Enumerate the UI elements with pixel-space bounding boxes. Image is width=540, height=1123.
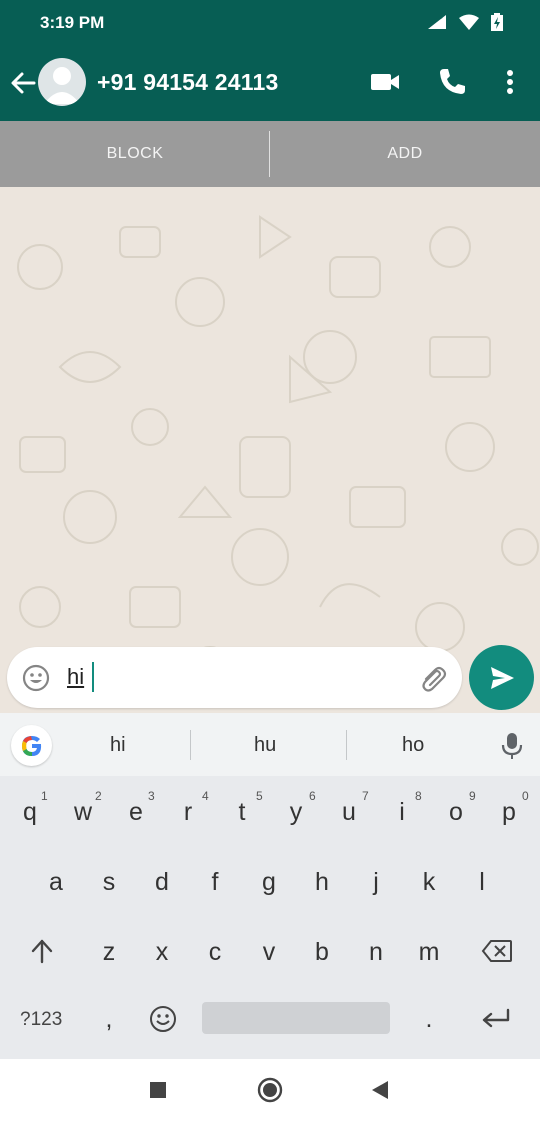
- key-p[interactable]: p: [489, 798, 529, 827]
- signal-icon: [427, 15, 446, 29]
- text-caret: [92, 662, 94, 692]
- key-e[interactable]: e: [116, 798, 156, 827]
- key-a[interactable]: a: [36, 868, 76, 897]
- send-button[interactable]: [469, 645, 534, 710]
- suggestion-3[interactable]: ho: [402, 734, 424, 757]
- key-i[interactable]: i: [382, 798, 422, 827]
- more-options-icon[interactable]: [494, 66, 526, 98]
- backspace-icon[interactable]: [481, 939, 513, 963]
- google-button[interactable]: [11, 725, 52, 766]
- key-y[interactable]: y: [276, 798, 316, 827]
- chat-messages-area[interactable]: [0, 187, 540, 713]
- enter-icon[interactable]: [481, 1008, 511, 1030]
- key-c[interactable]: c: [195, 938, 235, 967]
- key-m[interactable]: m: [409, 938, 449, 967]
- key-g[interactable]: g: [249, 868, 289, 897]
- chat-wallpaper-doodles: [17, 215, 539, 698]
- contact-avatar[interactable]: [38, 58, 86, 106]
- home-icon[interactable]: [257, 1077, 283, 1103]
- emoji-key-icon[interactable]: [148, 1004, 178, 1034]
- attachment-icon[interactable]: [418, 663, 448, 693]
- video-call-icon[interactable]: [369, 66, 401, 98]
- block-button[interactable]: BLOCK: [0, 121, 270, 187]
- status-bar: 3:19 PM: [0, 0, 540, 44]
- suggestion-2[interactable]: hu: [254, 734, 276, 757]
- key-v[interactable]: v: [249, 938, 289, 967]
- key-n[interactable]: n: [356, 938, 396, 967]
- back-nav-icon[interactable]: [370, 1080, 390, 1100]
- key-comma[interactable]: ,: [89, 1005, 129, 1034]
- symbols-key[interactable]: ?123: [20, 1009, 62, 1031]
- key-k[interactable]: k: [409, 868, 449, 897]
- chat-header: +91 94154 24113: [0, 44, 540, 121]
- on-screen-keyboard: hi hu ho 1 q 2 w 3 e 4 r 5 t 6 y 7 u 8 i…: [0, 713, 540, 1059]
- emoji-icon[interactable]: [21, 663, 51, 693]
- add-contact-button[interactable]: ADD: [270, 121, 540, 187]
- key-l[interactable]: l: [462, 868, 502, 897]
- shift-icon[interactable]: [30, 938, 54, 964]
- key-q[interactable]: q: [10, 798, 50, 827]
- system-navigation-bar: [0, 1059, 540, 1123]
- spacebar[interactable]: [202, 1002, 390, 1034]
- recents-icon[interactable]: [149, 1081, 167, 1099]
- key-u[interactable]: u: [329, 798, 369, 827]
- message-input-bar[interactable]: hi: [7, 647, 462, 708]
- key-f[interactable]: f: [195, 868, 235, 897]
- battery-charging-icon: [491, 13, 503, 31]
- key-b[interactable]: b: [302, 938, 342, 967]
- voice-call-icon[interactable]: [436, 66, 468, 98]
- send-icon: [490, 666, 514, 689]
- wifi-icon: [459, 14, 479, 30]
- key-r[interactable]: r: [168, 798, 208, 827]
- microphone-icon[interactable]: [500, 731, 524, 761]
- key-s[interactable]: s: [89, 868, 129, 897]
- unknown-contact-action-bar: BLOCK ADD: [0, 121, 540, 187]
- status-icons: [426, 12, 504, 32]
- key-h[interactable]: h: [302, 868, 342, 897]
- suggestion-1[interactable]: hi: [110, 734, 126, 757]
- key-z[interactable]: z: [89, 938, 129, 967]
- default-avatar-icon: [44, 67, 80, 104]
- key-t[interactable]: t: [222, 798, 262, 827]
- google-g-icon: [21, 735, 41, 756]
- key-period[interactable]: .: [409, 1005, 449, 1034]
- back-arrow-icon[interactable]: [8, 68, 38, 98]
- suggestion-divider: [346, 730, 347, 760]
- key-d[interactable]: d: [142, 868, 182, 897]
- key-w[interactable]: w: [63, 798, 103, 827]
- suggestion-divider: [190, 730, 191, 760]
- key-o[interactable]: o: [436, 798, 476, 827]
- key-x[interactable]: x: [142, 938, 182, 967]
- suggestion-strip: hi hu ho: [0, 713, 540, 776]
- status-time: 3:19 PM: [40, 13, 105, 32]
- contact-name[interactable]: +91 94154 24113: [97, 69, 278, 96]
- message-input[interactable]: hi: [67, 664, 84, 690]
- key-j[interactable]: j: [356, 868, 396, 897]
